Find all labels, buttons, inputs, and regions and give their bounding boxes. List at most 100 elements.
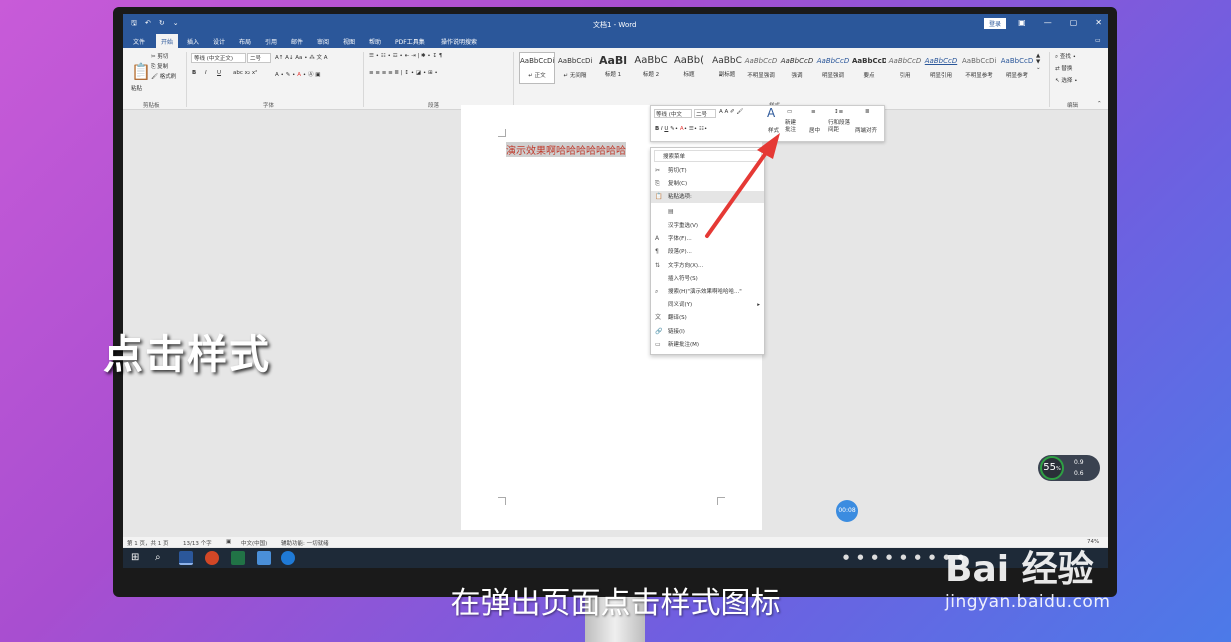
format-painter-button[interactable]: 🖌 格式刷 <box>151 72 176 80</box>
tab-references[interactable]: 引用 <box>265 37 277 46</box>
style-subtle-emphasis[interactable]: AaBbCcD 不明显强调 <box>743 52 779 84</box>
style-strong[interactable]: AaBbCcD 要点 <box>851 52 887 84</box>
bullets-icon[interactable]: ☰ ∙ ☷ ∙ ☲ ∙ ⇤ ⇥ | ✱ ∙ ↧ ¶ <box>369 53 442 59</box>
justify-icon[interactable]: ≣ <box>865 109 870 115</box>
font-name-select[interactable]: 等线 (中文正文) <box>191 53 246 63</box>
text-effects-icon[interactable]: A ∙ ✎ ∙ A ∙ Ⓐ ▣ <box>275 70 320 78</box>
menu-cut[interactable]: ✂ 剪切(T) <box>651 165 764 177</box>
copy-button[interactable]: ⎘ 复制 <box>151 62 168 71</box>
style-title[interactable]: AaBb(标题 <box>671 52 707 84</box>
start-icon[interactable]: ⊞ <box>131 552 139 563</box>
font-size-select[interactable]: 二号 <box>247 53 271 63</box>
tab-mailings[interactable]: 邮件 <box>291 37 303 46</box>
powerpoint-app-icon[interactable] <box>205 551 219 565</box>
mini-size-select[interactable]: 二号 <box>694 109 716 118</box>
find-button[interactable]: ⌕ 查找 ∙ <box>1055 52 1076 61</box>
tell-me-search[interactable]: 操作说明搜索 <box>441 37 477 46</box>
mini-grow-font-icon[interactable]: A A ✐ 🖌 <box>719 109 743 115</box>
style-no-spacing[interactable]: AaBbCcDi ↵ 无间隔 <box>557 52 593 84</box>
replace-button[interactable]: ⇄ 替换 <box>1055 64 1072 72</box>
style-quote[interactable]: AaBbCcD 引用 <box>887 52 923 84</box>
menu-font[interactable]: A 字体(F)... <box>651 233 764 245</box>
paste-button[interactable]: 粘贴 <box>131 84 142 92</box>
undo-icon[interactable]: ↶ <box>145 19 151 30</box>
tab-view[interactable]: 视图 <box>343 37 355 46</box>
accessibility-status[interactable]: 辅助功能: 一切就绪 <box>281 539 329 547</box>
styles-icon[interactable]: A <box>767 106 775 120</box>
login-button[interactable]: 登录 <box>984 18 1007 29</box>
mini-format-icons[interactable]: B I U ✎∙ A∙ ☰∙ ☷∙ <box>655 126 707 132</box>
cut-button[interactable]: ✂ 剪切 <box>151 52 168 60</box>
customize-icon[interactable]: ⌄ <box>173 19 179 30</box>
page-count[interactable]: 第 1 页，共 1 页 <box>127 539 169 547</box>
maximize-icon[interactable]: ▢ <box>1070 18 1078 27</box>
style-subtitle[interactable]: AaBbC 副标题 <box>709 52 745 84</box>
tab-file[interactable]: 文件 <box>133 37 145 46</box>
style-heading-2[interactable]: AaBbC 标题 2 <box>633 52 669 84</box>
menu-synonyms[interactable]: 同义词(Y) ▸ <box>651 299 764 311</box>
word-count[interactable]: 13/13 个字 <box>183 539 212 547</box>
menu-paste-keep-text[interactable]: ▤ <box>651 204 764 219</box>
style-intense-reference[interactable]: AaBbCcD 明显参考 <box>999 52 1035 84</box>
ribbon-display-icon[interactable]: ▣ <box>1018 18 1026 27</box>
mini-toolbar: 等线 (中文 二号 A A ✐ 🖌 B I U ✎∙ A∙ ☰∙ ☷∙ A 样式… <box>650 105 885 142</box>
style-subtle-reference[interactable]: AaBbCcDi 不明显参考 <box>961 52 997 84</box>
styles-scroll-icon[interactable]: ▲ ▼ ⌄ <box>1036 53 1041 71</box>
grow-font-icon[interactable]: A↑ A↓ Aa ∙ ⁂ 文 A <box>275 53 328 61</box>
minimize-icon[interactable]: — <box>1044 18 1052 27</box>
menu-search[interactable]: 搜索菜单 <box>654 150 762 162</box>
language[interactable]: 中文(中国) <box>241 539 267 547</box>
bold-button[interactable]: B <box>192 70 196 76</box>
close-icon[interactable]: ✕ <box>1095 18 1102 27</box>
search-icon[interactable]: ⌕ <box>155 552 161 563</box>
italic-button[interactable]: I <box>205 70 207 76</box>
proofing-icon[interactable]: ▣ <box>226 539 231 545</box>
paste-icon[interactable]: 📋 <box>131 62 151 81</box>
editing-group-label: 编辑 <box>1067 103 1079 109</box>
menu-copy[interactable]: ⎘ 复制(C) <box>651 178 764 190</box>
mini-font-select[interactable]: 等线 (中文 <box>654 109 692 118</box>
underline-button[interactable]: U <box>217 70 221 76</box>
selected-text[interactable]: 演示效果啊哈哈哈哈哈哈哈 <box>506 142 626 157</box>
align-left-icon[interactable]: ≡ ≡ ≡ ≡ ≣ | ↕ ∙ ◪ ∙ ⊞ ∙ <box>369 70 438 76</box>
style-emphasis[interactable]: AaBbCcD 强调 <box>779 52 815 84</box>
style-intense-quote[interactable]: AaBbCcD 明显引用 <box>923 52 959 84</box>
tab-pdf-tools[interactable]: PDF工具集 <box>395 37 425 46</box>
comments-icon[interactable]: ▭ <box>1095 37 1101 44</box>
menu-new-comment[interactable]: ▭ 新建批注(M) <box>651 339 764 351</box>
line-spacing-icon[interactable]: ↕≡ <box>834 109 843 115</box>
word-app-icon[interactable] <box>179 551 193 565</box>
tab-help[interactable]: 帮助 <box>369 37 381 46</box>
strikethrough-button[interactable]: abc x₂ x² <box>233 70 257 76</box>
save-icon[interactable]: 🖫 <box>131 19 137 30</box>
select-button[interactable]: ↖ 选择 ∙ <box>1055 76 1078 84</box>
new-comment-label[interactable]: 新建批注 <box>785 120 799 134</box>
menu-paragraph[interactable]: ¶ 段落(P)... <box>651 246 764 258</box>
center-label[interactable]: 居中 <box>809 126 820 134</box>
menu-translate[interactable]: 文翻译(S) <box>651 312 764 324</box>
center-icon[interactable]: ≡ <box>811 109 816 115</box>
tab-layout[interactable]: 布局 <box>239 37 251 46</box>
menu-paste-options[interactable]: 📋 粘贴选项: <box>651 191 764 203</box>
menu-insert-symbol[interactable]: 插入符号(S) <box>651 273 764 285</box>
menu-link[interactable]: 🔗 链接(I) <box>651 326 764 338</box>
collapse-ribbon-icon[interactable]: ⌃ <box>1097 101 1102 107</box>
menu-text-direction[interactable]: ⇅ 文字方向(X)... <box>651 260 764 272</box>
style-normal[interactable]: AaBbCcDi ↵ 正文 <box>519 52 555 84</box>
edge-app-icon[interactable] <box>281 551 295 565</box>
app-icon[interactable] <box>257 551 271 565</box>
menu-search-web[interactable]: ⌕ 搜索(H)"演示效果啊哈哈哈..." <box>651 286 764 298</box>
style-heading-1[interactable]: AaBl 标题 1 <box>595 52 631 84</box>
justify-label[interactable]: 两端对齐 <box>855 126 877 134</box>
style-intense-emphasis[interactable]: AaBbCcD 明显强调 <box>815 52 851 84</box>
tab-review[interactable]: 审阅 <box>317 37 329 46</box>
new-comment-icon[interactable]: ▭ <box>787 109 792 115</box>
line-spacing-label[interactable]: 行和段落间距 <box>828 120 854 134</box>
mini-styles-label[interactable]: 样式 <box>768 126 779 134</box>
menu-reconvert[interactable]: 汉字重选(V) <box>651 220 764 232</box>
tab-design[interactable]: 设计 <box>213 37 225 46</box>
excel-app-icon[interactable] <box>231 551 245 565</box>
tab-home[interactable]: 开始 <box>156 34 179 48</box>
tab-insert[interactable]: 插入 <box>187 37 199 46</box>
redo-icon[interactable]: ↻ <box>159 19 165 30</box>
